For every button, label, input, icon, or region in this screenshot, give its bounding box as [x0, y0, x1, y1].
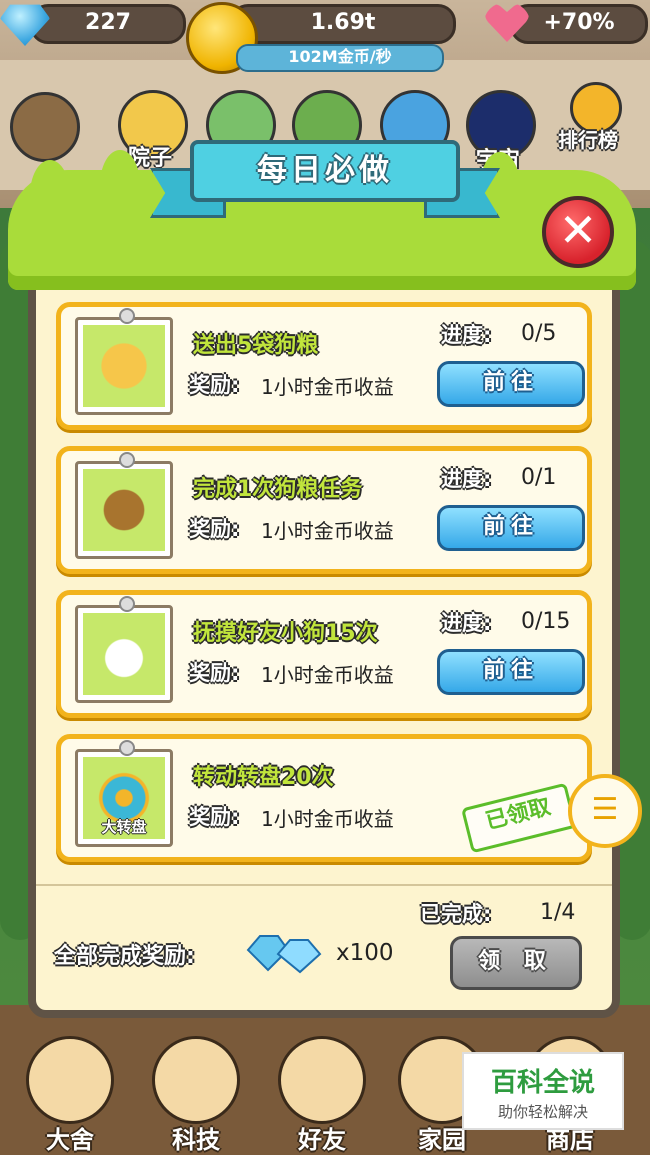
menu-icon: ☰ [591, 792, 619, 827]
coin-counter: 1.69t [230, 4, 456, 44]
completed-label: 已完成: [420, 902, 492, 926]
pin-icon [119, 452, 135, 468]
progress-value: 0/15 [521, 609, 571, 634]
dog-food-bags-icon [83, 325, 165, 407]
diamond-counter: 227 [30, 4, 186, 44]
watermark-title: 百科全说 [490, 1068, 595, 1098]
nav-label: 好友 [298, 1126, 346, 1154]
completed-value: 1/4 [540, 900, 576, 925]
task-icon-frame [75, 452, 173, 559]
divider [36, 884, 612, 886]
reward-text: 1小时金币收益 [261, 375, 394, 399]
menu-button[interactable]: ☰ [568, 774, 642, 848]
task-card: 完成1次狗粮任务 奖励: 1小时金币收益 进度: 0/1 前往 [56, 446, 592, 574]
close-button[interactable]: ✕ [542, 196, 614, 268]
nav-kennel[interactable]: 大舍 [20, 1036, 120, 1154]
diamond-count: 227 [85, 10, 131, 35]
go-button[interactable]: 前往 [437, 649, 585, 695]
nav-label: 大舍 [46, 1126, 94, 1154]
close-icon: ✕ [558, 203, 598, 257]
claim-button[interactable]: 领 取 [450, 936, 582, 990]
progress-label: 进度: [441, 467, 492, 491]
coin-rate: 102M金币/秒 [236, 44, 444, 72]
progress-value: 0/1 [521, 465, 557, 490]
gem-quantity: x100 [336, 940, 394, 966]
dialog-title-banner: 每日必做 [150, 140, 500, 220]
nav-label: 科技 [172, 1126, 220, 1154]
reward-text: 1小时金币收益 [261, 519, 394, 543]
dialog-title: 每日必做 [190, 140, 460, 202]
nav-tech[interactable]: 科技 [146, 1036, 246, 1154]
dog-house-icon [26, 1036, 114, 1124]
task-title: 送出5袋狗粮 [193, 333, 319, 358]
watermark: 百科全说 助你轻松解决 [462, 1052, 624, 1130]
dog-food-bag-icon [83, 469, 165, 551]
tech-icon [152, 1036, 240, 1124]
progress-label: 进度: [441, 611, 492, 635]
reward-label: 奖励: [189, 373, 240, 397]
bonus-counter: +70% [510, 4, 648, 44]
reward-label: 奖励: [189, 661, 240, 685]
go-button[interactable]: 前往 [437, 361, 585, 407]
task-card: 大转盘 转动转盘20次 奖励: 1小时金币收益 已领取 [56, 734, 592, 862]
claimed-stamp: 已领取 [461, 782, 577, 854]
coin-count: 1.69t [310, 10, 376, 35]
nav-friends[interactable]: 好友 [272, 1036, 372, 1154]
task-title: 转动转盘20次 [193, 765, 334, 790]
task-card: 抚摸好友小狗15次 奖励: 1小时金币收益 进度: 0/15 前往 [56, 590, 592, 718]
task-title: 完成1次狗粮任务 [193, 477, 363, 502]
task-icon-frame [75, 596, 173, 703]
watermark-subtitle: 助你轻松解决 [497, 1103, 588, 1121]
all-complete-reward-label: 全部完成奖励: [54, 944, 195, 969]
puppy-icon [83, 613, 165, 695]
ranking-label[interactable]: 排行榜 [558, 124, 618, 153]
wheel-caption: 大转盘 [101, 818, 147, 836]
bonus-value: +70% [543, 10, 615, 35]
task-card: 送出5袋狗粮 奖励: 1小时金币收益 进度: 0/5 前往 [56, 302, 592, 430]
pin-icon [119, 740, 135, 756]
task-title: 抚摸好友小狗15次 [193, 621, 378, 646]
reward-text: 1小时金币收益 [261, 663, 394, 687]
reward-text: 1小时金币收益 [261, 807, 394, 831]
progress-label: 进度: [441, 323, 492, 347]
top-resource-bar: 227 1.69t 102M金币/秒 +70% [0, 0, 650, 74]
storage-box-icon[interactable] [10, 92, 80, 162]
go-button[interactable]: 前往 [437, 505, 585, 551]
task-icon-frame [75, 308, 173, 415]
pin-icon [119, 308, 135, 324]
task-icon-frame: 大转盘 [75, 740, 173, 847]
progress-value: 0/5 [521, 321, 557, 346]
pin-icon [119, 596, 135, 612]
gems-icon [246, 935, 322, 974]
reward-label: 奖励: [189, 805, 240, 829]
friends-icon [278, 1036, 366, 1124]
reward-label: 奖励: [189, 517, 240, 541]
